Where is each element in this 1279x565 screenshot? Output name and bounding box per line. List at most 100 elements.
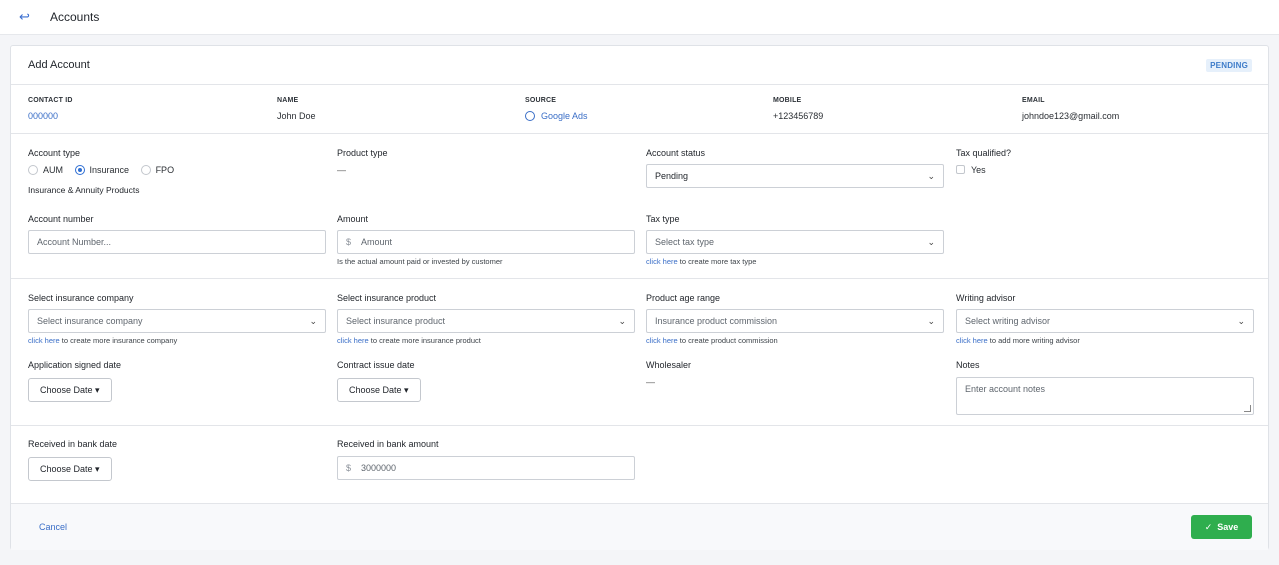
- product-age-range-placeholder: Insurance product commission: [655, 316, 778, 326]
- contract-issue-date-label: Contract issue date: [337, 360, 415, 370]
- email-label: EMAIL: [1022, 97, 1045, 104]
- insurance-product-label: Select insurance product: [337, 293, 437, 303]
- account-type-label: Account type: [28, 148, 81, 158]
- insurance-company-label: Select insurance company: [28, 293, 134, 303]
- insurance-company-help: click here to create more insurance comp…: [28, 336, 177, 345]
- section-divider: [11, 278, 1268, 279]
- notes-textarea[interactable]: Enter account notes: [956, 377, 1254, 415]
- product-age-range-help: click here to create product commission: [646, 336, 778, 345]
- email-block: EMAIL johndoe123@gmail.com: [1022, 97, 1119, 121]
- contact-id-link[interactable]: 000000: [28, 111, 73, 121]
- source-value[interactable]: Google Ads: [525, 111, 588, 121]
- writing-advisor-help-text: to add more writing advisor: [987, 336, 1080, 345]
- chevron-down-icon: ⌄: [927, 171, 935, 181]
- application-signed-date-label: Application signed date: [28, 360, 122, 370]
- dollar-icon: $: [346, 237, 352, 247]
- tax-type-help: click here to create more tax type: [646, 257, 756, 266]
- tax-type-label: Tax type: [646, 214, 680, 224]
- notes-placeholder: Enter account notes: [965, 384, 1046, 394]
- account-number-placeholder: Account Number...: [37, 237, 112, 247]
- account-status-label: Account status: [646, 148, 706, 158]
- tax-type-help-text: to create more tax type: [677, 257, 757, 266]
- radio-aum-label: AUM: [43, 165, 63, 175]
- received-in-bank-date-label: Received in bank date: [28, 439, 118, 449]
- cancel-button[interactable]: Cancel: [39, 522, 67, 532]
- card-footer: Cancel ✓ Save: [11, 503, 1268, 550]
- application-signed-date-button[interactable]: Choose Date ▾: [28, 378, 112, 402]
- product-age-range-help-text: to create product commission: [677, 336, 778, 345]
- tax-type-placeholder: Select tax type: [655, 237, 715, 247]
- mobile-value: +123456789: [773, 111, 824, 121]
- chevron-down-icon: ⌄: [927, 316, 935, 326]
- writing-advisor-help-link[interactable]: click here: [956, 336, 988, 345]
- product-age-range-help-link[interactable]: click here: [646, 336, 678, 345]
- insurance-product-help-text: to create more insurance product: [368, 336, 481, 345]
- insurance-product-help: click here to create more insurance prod…: [337, 336, 481, 345]
- chevron-down-icon: ⌄: [618, 316, 626, 326]
- insurance-product-help-link[interactable]: click here: [337, 336, 369, 345]
- product-age-range-label: Product age range: [646, 293, 721, 303]
- insurance-product-placeholder: Select insurance product: [346, 316, 446, 326]
- received-in-bank-amount-value: 3000000: [361, 463, 397, 473]
- email-value: johndoe123@gmail.com: [1022, 111, 1120, 121]
- radio-fpo-label: FPO: [155, 165, 175, 175]
- insurance-company-placeholder: Select insurance company: [37, 316, 143, 326]
- radio-selected-icon: [74, 165, 85, 175]
- tax-qualified-option: Yes: [971, 165, 986, 175]
- account-type-radios: AUM Insurance FPO: [28, 165, 183, 175]
- account-number-input[interactable]: Account Number...: [28, 230, 326, 254]
- chevron-down-icon: ⌄: [1237, 316, 1245, 326]
- radio-circle-icon: [140, 165, 151, 175]
- received-in-bank-amount-label: Received in bank amount: [337, 439, 439, 449]
- tax-type-select[interactable]: Select tax type ⌄: [646, 230, 944, 254]
- mobile-label: MOBILE: [773, 97, 802, 104]
- account-number-label: Account number: [28, 214, 94, 224]
- amount-help: Is the actual amount paid or invested by…: [337, 257, 503, 266]
- writing-advisor-label: Writing advisor: [956, 293, 1016, 303]
- radio-aum[interactable]: AUM: [28, 165, 63, 175]
- card-title: Add Account: [28, 59, 90, 71]
- resize-handle-icon[interactable]: [1244, 405, 1251, 412]
- chevron-down-icon: ⌄: [927, 237, 935, 247]
- account-type-subtext: Insurance & Annuity Products: [28, 185, 140, 195]
- dollar-icon: $: [346, 463, 352, 473]
- insurance-company-select[interactable]: Select insurance company ⌄: [28, 309, 326, 333]
- received-in-bank-date-button[interactable]: Choose Date ▾: [28, 457, 112, 481]
- account-status-value: Pending: [655, 171, 689, 181]
- radio-insurance-label: Insurance: [89, 165, 130, 175]
- writing-advisor-placeholder: Select writing advisor: [965, 316, 1051, 326]
- amount-input[interactable]: $ Amount: [337, 230, 635, 254]
- mobile-block: MOBILE +123456789: [773, 97, 823, 121]
- tax-qualified-checkbox[interactable]: Yes: [956, 165, 986, 175]
- name-block: NAME John Doe: [277, 97, 316, 121]
- product-age-range-select[interactable]: Insurance product commission ⌄: [646, 309, 944, 333]
- name-value: John Doe: [277, 111, 316, 121]
- insurance-company-help-link[interactable]: click here: [28, 336, 60, 345]
- wholesaler-value: —: [646, 377, 655, 387]
- contract-issue-date-button[interactable]: Choose Date ▾: [337, 378, 421, 402]
- back-arrow-icon[interactable]: ↩: [19, 9, 35, 25]
- radio-insurance[interactable]: Insurance: [74, 165, 130, 175]
- writing-advisor-select[interactable]: Select writing advisor ⌄: [956, 309, 1254, 333]
- tax-type-help-link[interactable]: click here: [646, 257, 678, 266]
- radio-fpo[interactable]: FPO: [140, 165, 175, 175]
- wholesaler-label: Wholesaler: [646, 360, 692, 370]
- amount-label: Amount: [337, 214, 369, 224]
- contact-id-block: CONTACT ID 000000: [28, 97, 73, 121]
- product-type-label: Product type: [337, 148, 388, 158]
- insurance-product-select[interactable]: Select insurance product ⌄: [337, 309, 635, 333]
- source-block: SOURCE Google Ads: [525, 97, 588, 121]
- insurance-company-help-text: to create more insurance company: [59, 336, 178, 345]
- contact-id-label: CONTACT ID: [28, 97, 73, 104]
- save-label: Save: [1217, 522, 1239, 532]
- add-account-card: Add Account PENDING CONTACT ID 000000 NA…: [10, 45, 1269, 550]
- contact-info-row: CONTACT ID 000000 NAME John Doe SOURCE G…: [11, 85, 1268, 134]
- received-in-bank-amount-input[interactable]: $3000000: [337, 456, 635, 480]
- check-icon: ✓: [1204, 522, 1218, 532]
- save-button[interactable]: ✓ Save: [1191, 515, 1252, 539]
- source-label: SOURCE: [525, 97, 557, 104]
- amount-placeholder: Amount: [361, 237, 393, 247]
- account-status-select[interactable]: Pending ⌄: [646, 164, 944, 188]
- notes-label: Notes: [956, 360, 980, 370]
- radio-circle-icon: [28, 165, 38, 175]
